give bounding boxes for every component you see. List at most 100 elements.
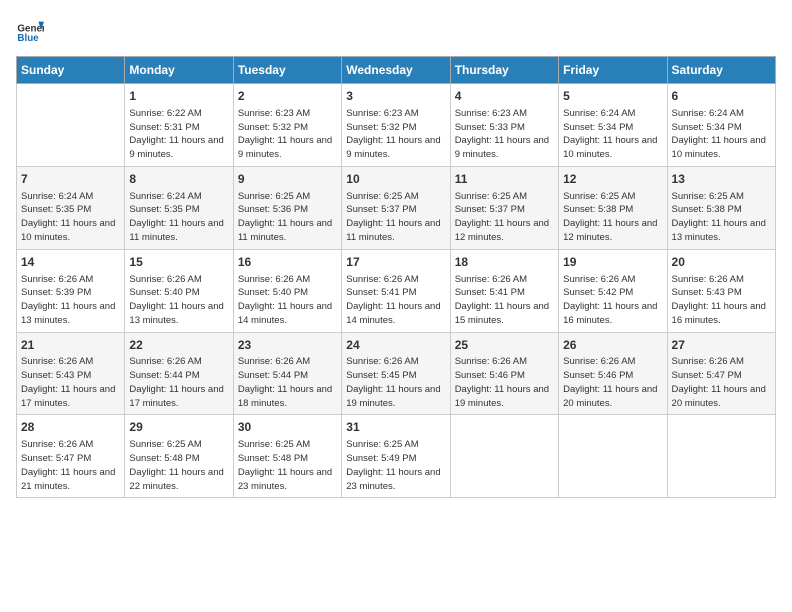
cell-info: Sunrise: 6:25 AMSunset: 5:49 PMDaylight:… [346, 438, 445, 493]
week-row-3: 21Sunrise: 6:26 AMSunset: 5:43 PMDayligh… [17, 332, 776, 415]
calendar-cell: 2 Sunrise: 6:23 AMSunset: 5:32 PMDaylight… [233, 84, 341, 167]
week-row-2: 14Sunrise: 6:26 AMSunset: 5:39 PMDayligh… [17, 249, 776, 332]
cell-info: Sunrise: 6:26 AMSunset: 5:47 PMDaylight:… [21, 438, 120, 493]
cell-info: Sunrise: 6:26 AMSunset: 5:41 PMDaylight:… [455, 273, 554, 328]
calendar-cell: 10 Sunrise: 6:25 AMSunset: 5:37 PMDayligh… [342, 166, 450, 249]
day-number: 24 [346, 337, 445, 354]
cell-info: Sunrise: 6:26 AMSunset: 5:43 PMDaylight:… [672, 273, 771, 328]
day-number: 7 [21, 171, 120, 188]
calendar-cell: 28Sunrise: 6:26 AMSunset: 5:47 PMDayligh… [17, 415, 125, 498]
calendar-cell: 19 Sunrise: 6:26 AMSunset: 5:42 PMDayligh… [559, 249, 667, 332]
svg-text:Blue: Blue [17, 33, 39, 44]
cell-info: Sunrise: 6:26 AMSunset: 5:39 PMDaylight:… [21, 273, 120, 328]
calendar-cell: 31 Sunrise: 6:25 AMSunset: 5:49 PMDayligh… [342, 415, 450, 498]
day-number: 5 [563, 88, 662, 105]
day-number: 8 [129, 171, 228, 188]
cell-info: Sunrise: 6:25 AMSunset: 5:37 PMDaylight:… [455, 190, 554, 245]
cell-info: Sunrise: 6:25 AMSunset: 5:37 PMDaylight:… [346, 190, 445, 245]
day-number: 29 [129, 419, 228, 436]
calendar-header-row: SundayMondayTuesdayWednesdayThursdayFrid… [17, 57, 776, 84]
calendar-cell: 5 Sunrise: 6:24 AMSunset: 5:34 PMDaylight… [559, 84, 667, 167]
header-saturday: Saturday [667, 57, 775, 84]
cell-info: Sunrise: 6:25 AMSunset: 5:38 PMDaylight:… [672, 190, 771, 245]
calendar-cell: 18 Sunrise: 6:26 AMSunset: 5:41 PMDayligh… [450, 249, 558, 332]
cell-info: Sunrise: 6:23 AMSunset: 5:33 PMDaylight:… [455, 107, 554, 162]
calendar-cell: 3Sunrise: 6:23 AMSunset: 5:32 PMDaylight… [342, 84, 450, 167]
cell-info: Sunrise: 6:25 AMSunset: 5:38 PMDaylight:… [563, 190, 662, 245]
day-number: 9 [238, 171, 337, 188]
calendar-cell: 14Sunrise: 6:26 AMSunset: 5:39 PMDayligh… [17, 249, 125, 332]
header-thursday: Thursday [450, 57, 558, 84]
calendar-cell: 15Sunrise: 6:26 AMSunset: 5:40 PMDayligh… [125, 249, 233, 332]
cell-info: Sunrise: 6:22 AMSunset: 5:31 PMDaylight:… [129, 107, 228, 162]
cell-info: Sunrise: 6:25 AMSunset: 5:36 PMDaylight:… [238, 190, 337, 245]
calendar-cell [450, 415, 558, 498]
day-number: 20 [672, 254, 771, 271]
calendar-cell: 6Sunrise: 6:24 AMSunset: 5:34 PMDaylight… [667, 84, 775, 167]
calendar-cell: 8 Sunrise: 6:24 AMSunset: 5:35 PMDaylight… [125, 166, 233, 249]
calendar-cell: 7 Sunrise: 6:24 AMSunset: 5:35 PMDaylight… [17, 166, 125, 249]
day-number: 13 [672, 171, 771, 188]
day-number: 3 [346, 88, 445, 105]
logo-icon: General Blue [16, 16, 44, 44]
cell-info: Sunrise: 6:26 AMSunset: 5:45 PMDaylight:… [346, 355, 445, 410]
header-wednesday: Wednesday [342, 57, 450, 84]
calendar-cell: 4 Sunrise: 6:23 AMSunset: 5:33 PMDaylight… [450, 84, 558, 167]
cell-info: Sunrise: 6:23 AMSunset: 5:32 PMDaylight:… [238, 107, 337, 162]
day-number: 27 [672, 337, 771, 354]
day-number: 4 [455, 88, 554, 105]
cell-info: Sunrise: 6:26 AMSunset: 5:44 PMDaylight:… [238, 355, 337, 410]
calendar-cell: 26Sunrise: 6:26 AMSunset: 5:46 PMDayligh… [559, 332, 667, 415]
cell-info: Sunrise: 6:24 AMSunset: 5:34 PMDaylight:… [563, 107, 662, 162]
week-row-4: 28Sunrise: 6:26 AMSunset: 5:47 PMDayligh… [17, 415, 776, 498]
calendar-cell: 1 Sunrise: 6:22 AMSunset: 5:31 PMDaylight… [125, 84, 233, 167]
header-tuesday: Tuesday [233, 57, 341, 84]
day-number: 22 [129, 337, 228, 354]
header-friday: Friday [559, 57, 667, 84]
calendar-cell: 12Sunrise: 6:25 AMSunset: 5:38 PMDayligh… [559, 166, 667, 249]
week-row-1: 7 Sunrise: 6:24 AMSunset: 5:35 PMDaylight… [17, 166, 776, 249]
cell-info: Sunrise: 6:25 AMSunset: 5:48 PMDaylight:… [129, 438, 228, 493]
calendar-cell: 16Sunrise: 6:26 AMSunset: 5:40 PMDayligh… [233, 249, 341, 332]
day-number: 25 [455, 337, 554, 354]
cell-info: Sunrise: 6:26 AMSunset: 5:43 PMDaylight:… [21, 355, 120, 410]
calendar-cell [17, 84, 125, 167]
calendar-cell: 27Sunrise: 6:26 AMSunset: 5:47 PMDayligh… [667, 332, 775, 415]
calendar-cell [559, 415, 667, 498]
calendar-cell [667, 415, 775, 498]
day-number: 21 [21, 337, 120, 354]
cell-info: Sunrise: 6:26 AMSunset: 5:47 PMDaylight:… [672, 355, 771, 410]
calendar-cell: 24Sunrise: 6:26 AMSunset: 5:45 PMDayligh… [342, 332, 450, 415]
calendar-cell: 13 Sunrise: 6:25 AMSunset: 5:38 PMDayligh… [667, 166, 775, 249]
calendar-cell: 25Sunrise: 6:26 AMSunset: 5:46 PMDayligh… [450, 332, 558, 415]
logo: General Blue [16, 16, 48, 44]
calendar-cell: 30 Sunrise: 6:25 AMSunset: 5:48 PMDayligh… [233, 415, 341, 498]
cell-info: Sunrise: 6:26 AMSunset: 5:41 PMDaylight:… [346, 273, 445, 328]
day-number: 1 [129, 88, 228, 105]
header-sunday: Sunday [17, 57, 125, 84]
cell-info: Sunrise: 6:26 AMSunset: 5:40 PMDaylight:… [129, 273, 228, 328]
day-number: 18 [455, 254, 554, 271]
day-number: 11 [455, 171, 554, 188]
day-number: 10 [346, 171, 445, 188]
cell-info: Sunrise: 6:24 AMSunset: 5:35 PMDaylight:… [129, 190, 228, 245]
day-number: 30 [238, 419, 337, 436]
day-number: 31 [346, 419, 445, 436]
header-monday: Monday [125, 57, 233, 84]
day-number: 16 [238, 254, 337, 271]
day-number: 17 [346, 254, 445, 271]
cell-info: Sunrise: 6:24 AMSunset: 5:34 PMDaylight:… [672, 107, 771, 162]
calendar-cell: 22Sunrise: 6:26 AMSunset: 5:44 PMDayligh… [125, 332, 233, 415]
cell-info: Sunrise: 6:25 AMSunset: 5:48 PMDaylight:… [238, 438, 337, 493]
day-number: 2 [238, 88, 337, 105]
cell-info: Sunrise: 6:26 AMSunset: 5:46 PMDaylight:… [455, 355, 554, 410]
page-header: General Blue [16, 16, 776, 44]
cell-info: Sunrise: 6:26 AMSunset: 5:42 PMDaylight:… [563, 273, 662, 328]
calendar-cell: 20 Sunrise: 6:26 AMSunset: 5:43 PMDayligh… [667, 249, 775, 332]
cell-info: Sunrise: 6:24 AMSunset: 5:35 PMDaylight:… [21, 190, 120, 245]
calendar-cell: 9 Sunrise: 6:25 AMSunset: 5:36 PMDaylight… [233, 166, 341, 249]
day-number: 19 [563, 254, 662, 271]
week-row-0: 1 Sunrise: 6:22 AMSunset: 5:31 PMDaylight… [17, 84, 776, 167]
calendar-cell: 11 Sunrise: 6:25 AMSunset: 5:37 PMDayligh… [450, 166, 558, 249]
day-number: 23 [238, 337, 337, 354]
